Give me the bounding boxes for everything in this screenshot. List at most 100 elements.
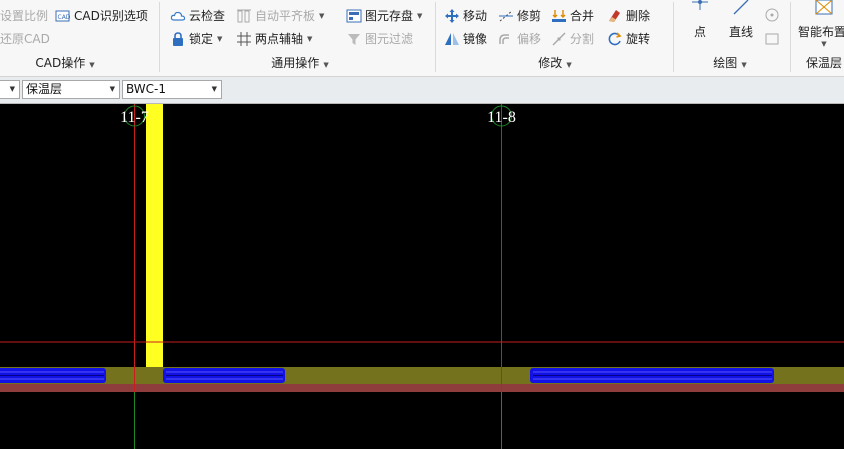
mirror-button[interactable]: 镜像 <box>444 29 487 49</box>
group-separator <box>159 2 160 72</box>
svg-text:CAD: CAD <box>58 14 71 21</box>
lock-button[interactable]: 锁定 ▼ <box>170 29 222 49</box>
axis-label-11-8: 11-8 <box>487 109 516 126</box>
rotate-button[interactable]: 旋转 <box>607 29 650 49</box>
draw-point-label: 点 <box>693 25 706 39</box>
axis-label-11-7: 11-7 <box>120 109 149 126</box>
element-filter-label: 图元过滤 <box>365 32 414 46</box>
element-combo[interactable]: BWC-1 ▼ <box>122 80 222 99</box>
general-group-label-text: 通用操作 <box>271 56 320 70</box>
chevron-down-icon: ▼ <box>9 85 15 93</box>
restore-cad-button[interactable]: 还原CAD <box>0 29 50 49</box>
layer-combo-value: 保温层 <box>26 82 63 96</box>
modify-group-label[interactable]: 修改 ▼ <box>510 54 600 72</box>
insulation-strip[interactable] <box>530 368 774 383</box>
filter-icon <box>346 31 362 47</box>
chevron-down-icon: ▼ <box>821 40 827 48</box>
cloud-icon <box>170 8 186 24</box>
smart-group-label: 保温层 <box>806 56 843 70</box>
group-separator <box>673 2 674 72</box>
chevron-down-icon: ▼ <box>741 61 747 69</box>
move-label: 移动 <box>463 9 488 23</box>
trim-icon <box>498 8 514 24</box>
delete-label: 删除 <box>626 9 651 23</box>
draw-group-label[interactable]: 绘图 ▼ <box>700 54 760 72</box>
auto-align-button[interactable]: 自动平齐板 ▼ <box>236 6 324 26</box>
restore-cad-label: 还原CAD <box>0 32 50 46</box>
eraser-icon <box>607 8 623 24</box>
trim-button[interactable]: 修剪 <box>498 6 541 26</box>
cad-options-button[interactable]: CAD CAD识别选项 <box>55 6 148 26</box>
draw-line-label: 直线 <box>728 25 753 39</box>
move-button[interactable]: 移动 <box>444 6 487 26</box>
move-arrows-icon <box>444 8 460 24</box>
lock-icon <box>170 31 186 47</box>
circle-tool-icon[interactable] <box>764 7 780 23</box>
insulation-column[interactable] <box>146 104 163 367</box>
layer-combo[interactable]: 保温层 ▼ <box>22 80 120 99</box>
merge-icon <box>551 8 567 24</box>
point-icon <box>692 0 708 10</box>
cad-options-label: CAD识别选项 <box>74 9 148 23</box>
modify-group-label-text: 修改 <box>538 56 563 70</box>
chevron-down-icon: ▼ <box>89 61 95 69</box>
offset-icon <box>498 31 514 47</box>
draw-group-label-text: 绘图 <box>713 56 738 70</box>
smart-layout-icon <box>815 0 833 15</box>
chevron-down-icon: ▼ <box>211 85 217 93</box>
chevron-down-icon: ▼ <box>217 35 223 43</box>
cloud-check-button[interactable]: 云检查 <box>170 6 225 26</box>
mirror-icon <box>444 31 460 47</box>
property-toolbar: ▼ 保温层 ▼ BWC-1 ▼ <box>0 77 844 104</box>
offset-button[interactable]: 偏移 <box>498 29 541 49</box>
cloud-check-label: 云检查 <box>189 9 226 23</box>
rotate-icon <box>607 31 623 47</box>
element-save-label: 图元存盘 <box>365 9 414 23</box>
rectangle-tool-icon[interactable] <box>764 31 780 47</box>
trim-label: 修剪 <box>517 9 542 23</box>
set-scale-label: 设置比例 <box>0 9 49 23</box>
two-point-axis-label: 两点辅轴 <box>255 32 304 46</box>
cad-options-icon: CAD <box>55 8 71 24</box>
insulation-strip[interactable] <box>0 368 106 383</box>
two-point-axis-button[interactable]: 两点辅轴 ▼ <box>236 29 312 49</box>
cad-group-label-text: CAD操作 <box>35 56 86 70</box>
lock-label: 锁定 <box>189 32 214 46</box>
set-scale-button[interactable]: 设置比例 <box>0 6 48 26</box>
auto-align-label: 自动平齐板 <box>255 9 316 23</box>
draw-point-button[interactable]: 点 <box>684 0 716 50</box>
floor-base-layer[interactable] <box>0 384 844 392</box>
smart-layout-button[interactable]: 智能布置 ▼ <box>796 0 844 50</box>
mirror-label: 镜像 <box>463 32 488 46</box>
draw-line-button[interactable]: 直线 <box>724 0 758 50</box>
canvas-background <box>0 104 844 449</box>
split-button[interactable]: 分割 <box>551 29 594 49</box>
smart-layout-label: 智能布置 <box>798 25 844 39</box>
chevron-down-icon: ▼ <box>307 35 313 43</box>
chevron-down-icon: ▼ <box>566 61 572 69</box>
group-separator <box>435 2 436 72</box>
split-icon <box>551 31 567 47</box>
cad-group-label[interactable]: CAD操作 ▼ <box>20 54 110 72</box>
align-icon <box>236 8 252 24</box>
group-separator <box>790 2 791 72</box>
split-label: 分割 <box>570 32 595 46</box>
insulation-strip[interactable] <box>163 368 285 383</box>
general-group-label[interactable]: 通用操作 ▼ <box>250 54 350 72</box>
delete-button[interactable]: 删除 <box>607 6 650 26</box>
chevron-down-icon: ▼ <box>417 12 423 20</box>
offset-label: 偏移 <box>517 32 542 46</box>
element-save-button[interactable]: 图元存盘 ▼ <box>346 6 422 26</box>
element-combo-value: BWC-1 <box>126 82 167 96</box>
save-disk-icon <box>346 8 362 24</box>
line-icon <box>733 0 749 15</box>
chevron-down-icon: ▼ <box>109 85 115 93</box>
ribbon: 设置比例 CAD CAD识别选项 还原CAD CAD操作 ▼ 云检查 自动平齐板 … <box>0 0 844 77</box>
chevron-down-icon: ▼ <box>319 12 325 20</box>
category-combo[interactable]: ▼ <box>0 80 20 99</box>
merge-button[interactable]: 合并 <box>551 6 594 26</box>
chevron-down-icon: ▼ <box>323 61 329 69</box>
element-filter-button[interactable]: 图元过滤 <box>346 29 413 49</box>
drawing-canvas[interactable]: 11-7 11-8 <box>0 104 844 449</box>
merge-label: 合并 <box>570 9 595 23</box>
